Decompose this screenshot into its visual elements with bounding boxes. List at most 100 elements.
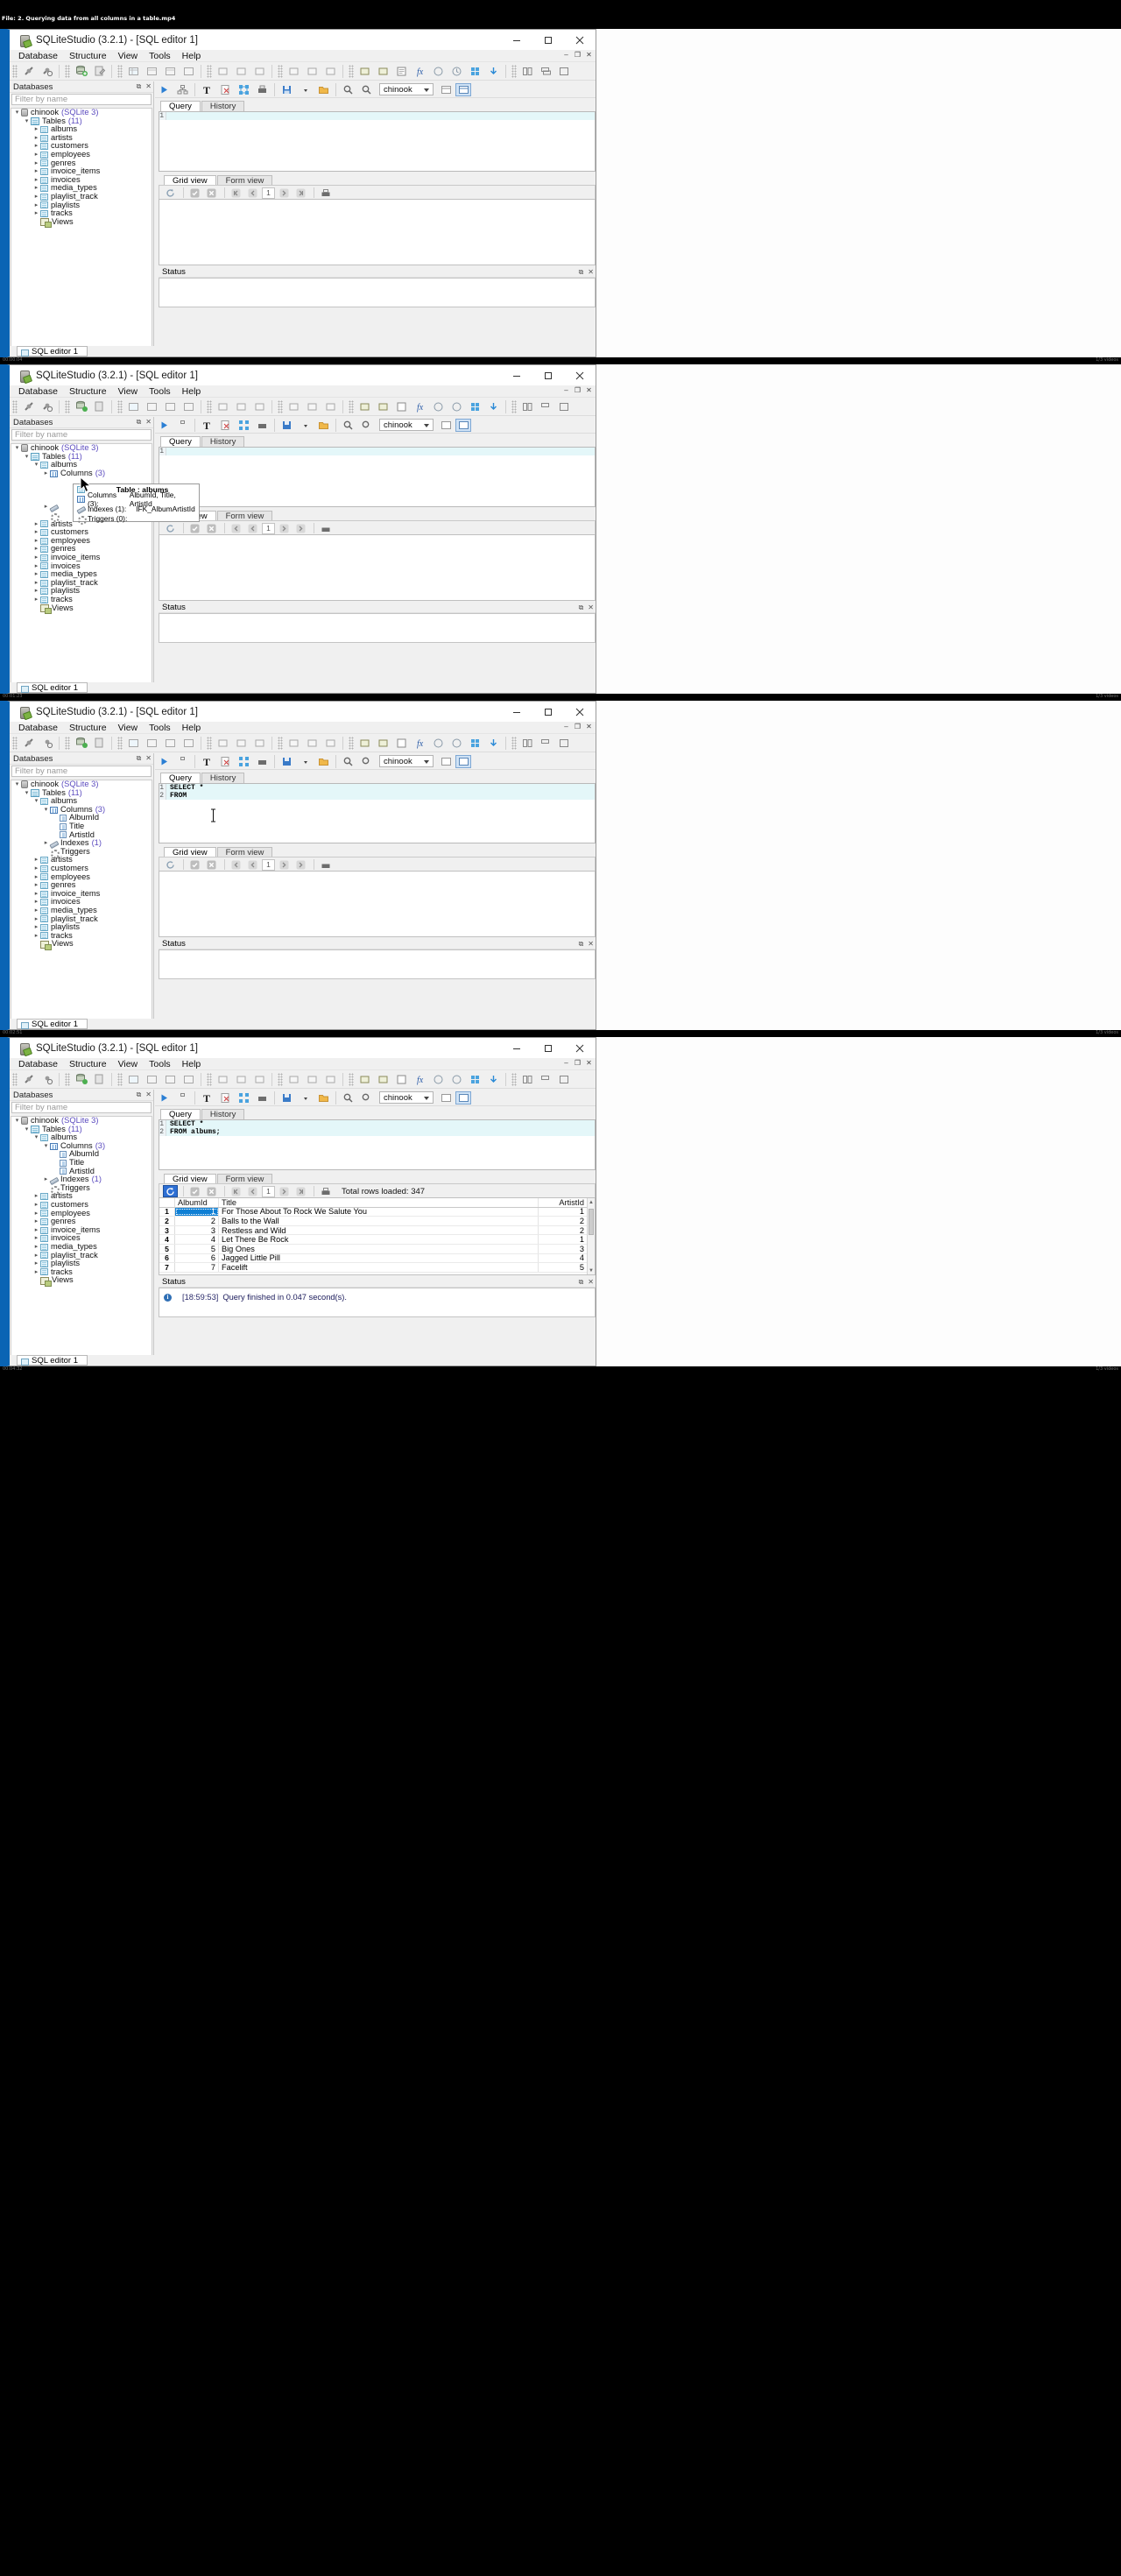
next-page-button[interactable] [277, 187, 292, 199]
database-select[interactable]: chinook [379, 83, 434, 95]
connect-database-icon[interactable] [19, 63, 38, 80]
new-table-icon[interactable] [124, 735, 143, 752]
toolbar-grip-6[interactable] [349, 399, 354, 413]
filter-input[interactable]: Filter by name [11, 429, 152, 441]
toolbar-grip-4[interactable] [207, 736, 212, 750]
chevron-right-icon[interactable]: ▸ [32, 898, 40, 907]
dock-close-icon[interactable]: ✕ [145, 82, 152, 91]
chevron-right-icon[interactable]: ▸ [32, 201, 40, 210]
disconnect-database-icon[interactable] [38, 399, 56, 415]
commit-button[interactable] [187, 1185, 202, 1197]
close-button[interactable] [564, 702, 596, 722]
dock-close-icon[interactable]: ✕ [145, 754, 152, 763]
print-icon[interactable] [253, 81, 271, 98]
tile-windows-icon[interactable] [518, 399, 537, 415]
tree-node-table[interactable]: ▸ playlist_track [11, 1251, 152, 1260]
toolbar-grip-3[interactable] [117, 399, 123, 413]
explain-query-icon[interactable] [173, 417, 192, 434]
function-editor-icon[interactable]: fx [411, 399, 429, 415]
database-tree[interactable]: ▾ chinook (SQLite 3) ▾ Tables (11) ▾ alb… [11, 1116, 152, 1356]
tree-node-tables[interactable]: ▾ Tables (11) [11, 788, 152, 798]
maximize-button[interactable] [532, 30, 564, 50]
replace-icon[interactable] [357, 1090, 376, 1106]
chevron-right-icon[interactable]: ▸ [32, 1243, 40, 1252]
cell-title[interactable]: Big Ones [219, 1245, 539, 1253]
next-page-button[interactable] [277, 522, 292, 534]
collation-editor-icon[interactable] [429, 1071, 448, 1088]
refresh-results-button[interactable] [163, 522, 178, 534]
cell-artistid[interactable]: 4 [539, 1253, 587, 1262]
tile-windows-icon[interactable] [518, 735, 537, 752]
mdi-tab-sql-editor-1[interactable]: SQL editor 1 [17, 346, 88, 356]
expand-query-icon[interactable] [235, 1090, 253, 1106]
chevron-right-icon[interactable]: ▸ [42, 1175, 50, 1184]
table-row[interactable]: 3 3 Restless and Wild 2 [159, 1226, 587, 1236]
chevron-down-icon[interactable]: ▾ [42, 806, 50, 815]
menu-database[interactable]: Database [18, 1059, 58, 1069]
menu-tools[interactable]: Tools [149, 1059, 171, 1069]
status-message-list[interactable] [159, 613, 596, 643]
collation-editor-icon[interactable] [429, 399, 448, 415]
previous-page-button[interactable] [245, 1185, 260, 1197]
function-editor-icon[interactable]: fx [411, 1071, 429, 1088]
connect-database-icon[interactable] [19, 399, 38, 415]
chevron-down-icon[interactable]: ▾ [13, 109, 21, 117]
edit-trigger-icon[interactable] [303, 63, 321, 80]
tab-query[interactable]: Query [160, 436, 201, 447]
tree-node-views[interactable]: Views [11, 603, 152, 614]
toolbar-grip-3[interactable] [117, 736, 123, 750]
status-float-icon[interactable]: ⧉ [579, 268, 584, 277]
close-button[interactable] [564, 1038, 596, 1058]
first-page-button[interactable] [229, 1185, 243, 1197]
close-all-windows-icon[interactable] [555, 399, 574, 415]
cell-title[interactable]: Let There Be Rock [219, 1235, 539, 1244]
menu-help[interactable]: Help [182, 386, 201, 397]
commit-button[interactable] [187, 187, 202, 199]
table-row[interactable]: 7 7 Facelift 5 [159, 1263, 587, 1273]
filter-input[interactable]: Filter by name [11, 766, 152, 777]
collation-editor-icon[interactable] [429, 735, 448, 752]
last-page-button[interactable] [293, 1185, 308, 1197]
tree-node-table[interactable]: ▸ tracks [11, 931, 152, 941]
toggle-results-icon[interactable] [437, 1090, 455, 1106]
tree-node-table[interactable]: ▸ playlists [11, 587, 152, 596]
toolbar-grip-7[interactable] [511, 399, 517, 413]
tab-query[interactable]: Query [160, 101, 201, 111]
expand-query-icon[interactable] [235, 753, 253, 770]
results-grid[interactable]: AlbumId Title ArtistId 1 1 For Those About To… [159, 1197, 596, 1275]
history-icon[interactable] [448, 63, 466, 80]
database-tree[interactable]: ▾ chinook (SQLite 3) ▾ Tables (11) ▾ alb… [11, 780, 152, 1020]
chevron-right-icon[interactable]: ▸ [32, 528, 40, 537]
collation-editor-icon[interactable] [429, 63, 448, 80]
sql-editor-icon[interactable] [392, 399, 411, 415]
edit-trigger-icon[interactable] [303, 735, 321, 752]
add-database-icon[interactable] [72, 1071, 90, 1088]
new-index-icon[interactable] [214, 399, 232, 415]
menu-tools[interactable]: Tools [149, 723, 171, 733]
tile-windows-icon[interactable] [518, 1071, 537, 1088]
chevron-right-icon[interactable]: ▸ [32, 159, 40, 168]
open-sql-icon[interactable] [314, 753, 333, 770]
status-close-icon[interactable]: ✕ [588, 940, 594, 949]
menu-structure[interactable]: Structure [69, 1059, 107, 1069]
sql-text-editor[interactable]: 1 [159, 447, 596, 507]
menu-tools[interactable]: Tools [149, 386, 171, 397]
mdi-maximize-button[interactable]: ❐ [574, 1059, 582, 1067]
print-results-button[interactable] [318, 187, 333, 199]
connect-database-icon[interactable] [19, 1071, 38, 1088]
chevron-right-icon[interactable]: ▸ [32, 142, 40, 151]
menu-help[interactable]: Help [182, 1059, 201, 1069]
close-button[interactable] [564, 365, 596, 385]
menu-database[interactable]: Database [18, 51, 58, 61]
column-header-artistid[interactable]: ArtistId [539, 1198, 587, 1207]
mdi-maximize-button[interactable]: ❐ [574, 51, 582, 59]
execute-query-icon[interactable] [155, 417, 173, 434]
menu-database[interactable]: Database [18, 723, 58, 733]
tree-node-table[interactable]: ▸ tracks [11, 595, 152, 604]
rollback-button[interactable] [204, 522, 219, 534]
results-vertical-scrollbar[interactable]: ▲ ▼ [587, 1198, 595, 1274]
toolbar-grip-5[interactable] [278, 1072, 283, 1086]
cell-albumid[interactable]: 1 [175, 1207, 219, 1216]
save-dropdown-icon[interactable] [296, 1090, 314, 1106]
dock-float-icon[interactable]: ⧉ [137, 1090, 142, 1099]
